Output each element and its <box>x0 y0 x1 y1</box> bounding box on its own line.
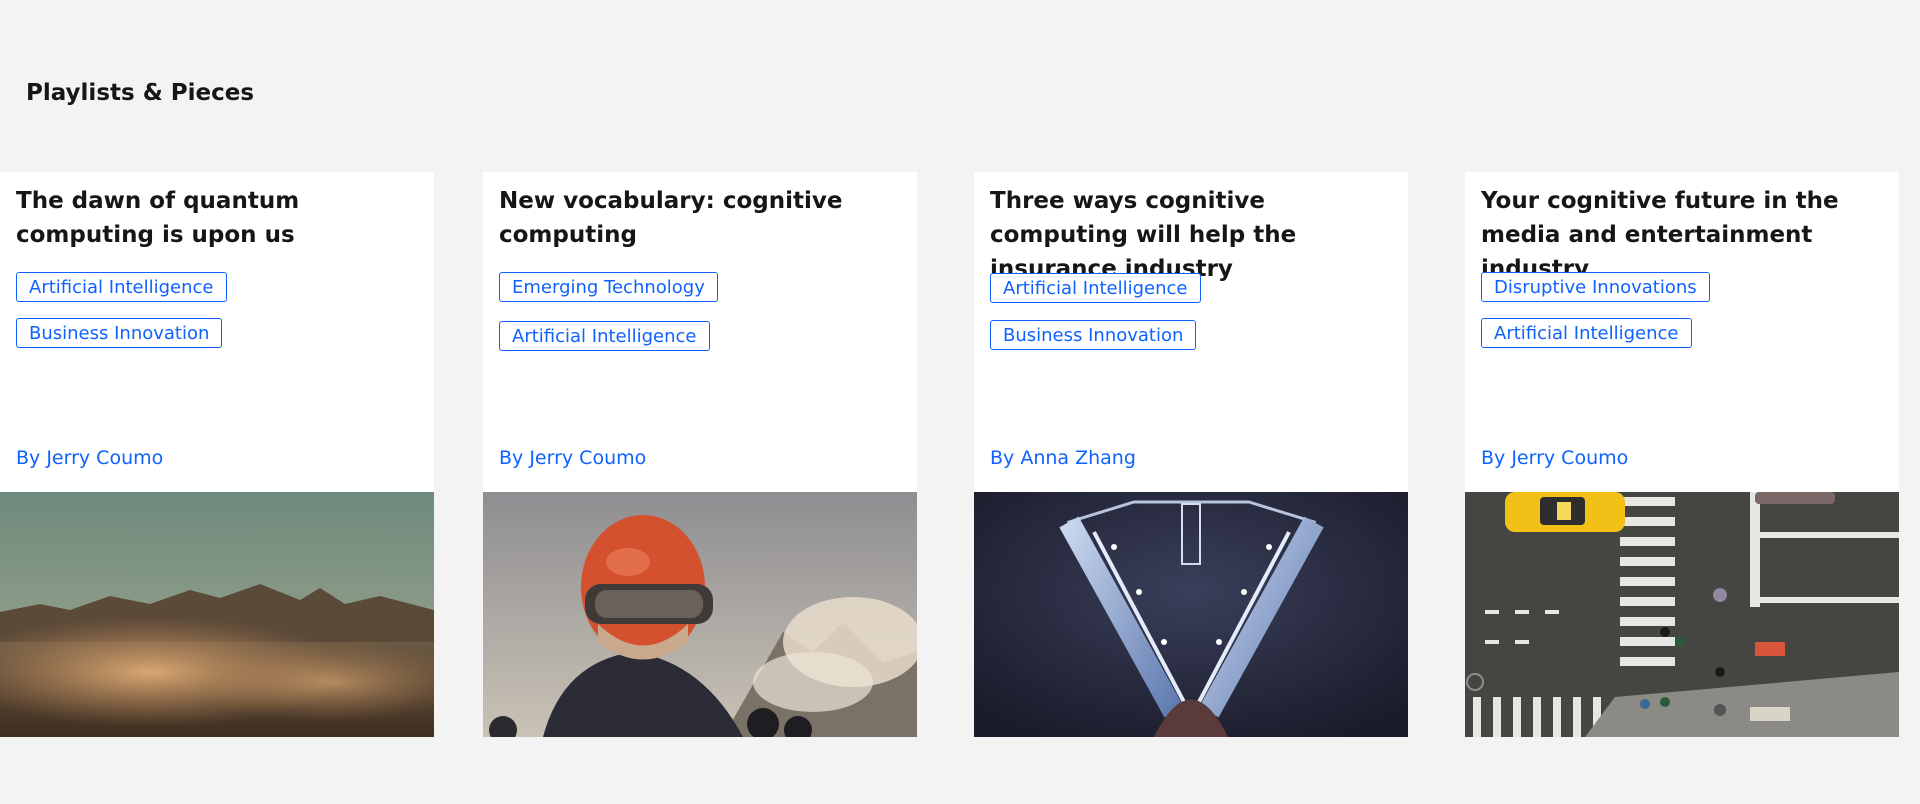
author-link[interactable]: By Jerry Coumo <box>1481 447 1628 469</box>
card-title[interactable]: New vocabulary: cognitive computing <box>499 184 899 252</box>
tag-business-innovation[interactable]: Business Innovation <box>990 320 1197 350</box>
card-title[interactable]: Three ways cognitive computing will help… <box>990 184 1390 286</box>
tag-artificial-intelligence[interactable]: Artificial Intelligence <box>499 321 710 351</box>
card-title[interactable]: Your cognitive future in the media and e… <box>1481 184 1881 286</box>
mountain-landscape-image[interactable] <box>0 492 434 737</box>
author-link[interactable]: By Jerry Coumo <box>16 447 163 469</box>
tag-artificial-intelligence[interactable]: Artificial Intelligence <box>1481 318 1692 348</box>
triangle-structure-image[interactable] <box>974 492 1408 737</box>
card-title[interactable]: The dawn of quantum computing is upon us <box>16 184 416 252</box>
tag-artificial-intelligence[interactable]: Artificial Intelligence <box>16 272 227 302</box>
author-link[interactable]: By Anna Zhang <box>990 447 1136 469</box>
content-card[interactable]: New vocabulary: cognitive computing Emer… <box>483 172 917 737</box>
content-card[interactable]: Your cognitive future in the media and e… <box>1465 172 1899 737</box>
street-crosswalk-image[interactable] <box>1465 492 1899 737</box>
content-card[interactable]: The dawn of quantum computing is upon us… <box>0 172 434 737</box>
author-link[interactable]: By Jerry Coumo <box>499 447 646 469</box>
tag-artificial-intelligence[interactable]: Artificial Intelligence <box>990 273 1201 303</box>
tag-disruptive-innovations[interactable]: Disruptive Innovations <box>1481 272 1710 302</box>
tag-business-innovation[interactable]: Business Innovation <box>16 318 223 348</box>
section-title: Playlists & Pieces <box>26 80 255 106</box>
helmet-person-image[interactable] <box>483 492 917 737</box>
tag-emerging-technology[interactable]: Emerging Technology <box>499 272 718 302</box>
content-card[interactable]: Three ways cognitive computing will help… <box>974 172 1408 737</box>
